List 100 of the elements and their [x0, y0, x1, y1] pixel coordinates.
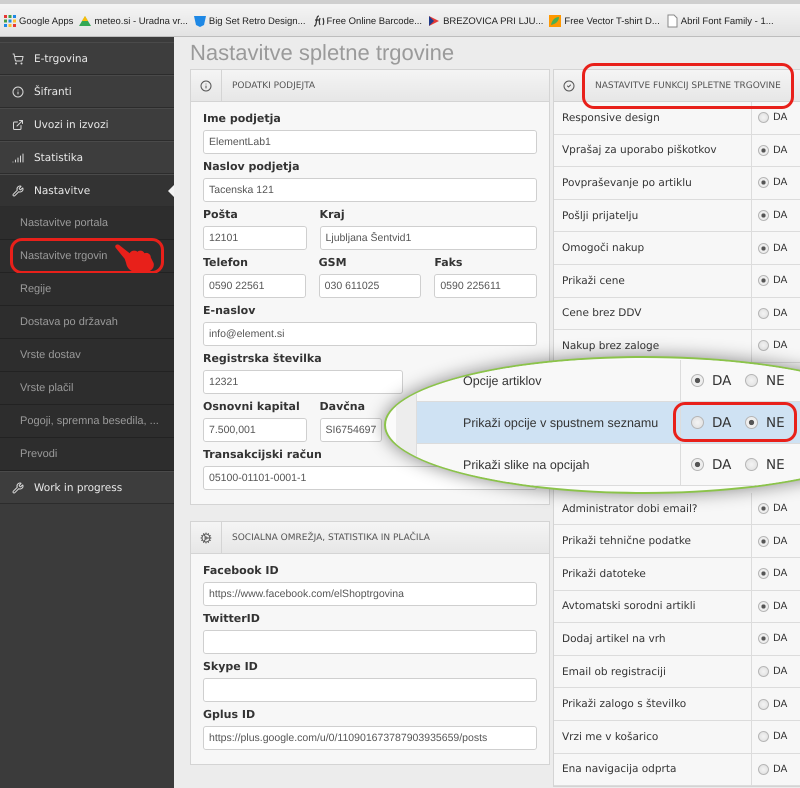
radio-option[interactable]: DA: [752, 764, 788, 775]
sidebar-item[interactable]: Uvozi in izvozi: [0, 108, 174, 141]
radio-button[interactable]: [745, 458, 758, 471]
radio-option[interactable]: DA: [752, 177, 788, 188]
radio-option[interactable]: DA: [691, 444, 735, 485]
radio-option[interactable]: DA: [752, 242, 788, 254]
sidebar-subitem[interactable]: Vrste plačil: [0, 372, 174, 405]
info-icon: [12, 86, 24, 98]
input-field[interactable]: Tacenska 121: [203, 178, 537, 202]
input-field[interactable]: https://plus.google.com/u/0/110901673787903935659/posts: [203, 726, 537, 750]
bookmark-link[interactable]: BREZOVICA PRI LJU...: [427, 14, 544, 28]
bookmark-link[interactable]: Google Apps: [3, 14, 74, 28]
setting-row[interactable]: Prikaži opcije v spustnem seznamu DA NE: [417, 402, 800, 444]
info-icon: [200, 80, 212, 92]
sidebar-subitem[interactable]: Nastavitve portala: [0, 207, 174, 240]
radio-button[interactable]: [758, 503, 769, 514]
input-field[interactable]: 12101: [203, 226, 307, 250]
input-field[interactable]: [203, 630, 537, 654]
radio-button[interactable]: [758, 633, 769, 644]
radio-option[interactable]: DA: [752, 275, 788, 286]
sidebar-item[interactable]: E-trgovina: [0, 42, 174, 75]
radio-button[interactable]: [691, 458, 704, 471]
bookmark-link[interactable]: meteo.si - Uradna vr...: [78, 14, 188, 28]
setting-label: Prikaži datoteke: [554, 558, 752, 590]
panel-title: SOCIALNA OMREŽJA, STATISTIKA IN PLAČILA: [231, 532, 430, 542]
setting-row[interactable]: Prikaži slike na opcijah DA NE: [417, 444, 800, 486]
sidebar-subitem[interactable]: Vrste dostav: [0, 339, 174, 372]
radio-option[interactable]: DA: [752, 308, 788, 319]
radio-option[interactable]: DA: [752, 698, 788, 710]
radio-button[interactable]: [758, 144, 769, 156]
sidebar-subitem[interactable]: Dostava po državah: [0, 306, 174, 339]
radio-button[interactable]: [691, 374, 704, 387]
sidebar-item[interactable]: Work in progress: [0, 471, 174, 504]
setting-label: Prikaži zalogo s številko: [554, 688, 752, 720]
radio-option[interactable]: DA: [752, 600, 788, 612]
sidebar-subitem[interactable]: Regije: [0, 273, 174, 306]
leaf-icon: [548, 14, 562, 28]
setting-label: Email ob registraciji: [554, 656, 752, 688]
radio-button[interactable]: [758, 698, 769, 710]
input-field[interactable]: 7.500,001: [203, 418, 307, 442]
bookmark-link[interactable]: Abril Font Family - 1...: [664, 14, 774, 28]
radio-option[interactable]: DA: [752, 144, 788, 156]
check-circle-icon: [563, 80, 575, 92]
radio-button[interactable]: [758, 731, 769, 742]
sidebar-subitem[interactable]: Pogoji, spremna besedila, ...: [0, 405, 174, 438]
radio-button[interactable]: [758, 177, 769, 188]
radio-option[interactable]: DA: [752, 112, 788, 124]
radio-option[interactable]: NE: [745, 360, 789, 401]
radio-button[interactable]: [758, 666, 769, 678]
field-label: Registrska številka: [203, 352, 322, 365]
radio-button[interactable]: [758, 275, 769, 286]
radio-button[interactable]: [758, 568, 769, 580]
bookmark-link[interactable]: Big Set Retro Design...: [192, 14, 306, 28]
radio-option[interactable]: DA: [752, 633, 788, 644]
input-field[interactable]: 0590 225611: [434, 274, 537, 298]
sidebar-subitem[interactable]: Nastavitve trgovin: [0, 240, 174, 273]
input-field[interactable]: ElementLab1: [203, 130, 537, 154]
radio-button[interactable]: [758, 210, 769, 222]
setting-label: Omogoči nakup: [554, 232, 752, 264]
field-label: Telefon: [203, 256, 248, 269]
panel-title: NASTAVITVE FUNKCIJ SPLETNE TRGOVINE: [594, 80, 781, 90]
input-field[interactable]: Ljubljana Šentvid1: [320, 226, 537, 250]
input-field[interactable]: https://www.facebook.com/elShoptrgovina: [203, 582, 537, 606]
sidebar-item[interactable]: Nastavitve: [0, 174, 174, 207]
sidebar-item[interactable]: Statistika: [0, 141, 174, 174]
input-field[interactable]: 12321: [203, 370, 403, 394]
radio-option[interactable]: DA: [752, 340, 788, 352]
radio-option[interactable]: DA: [752, 210, 788, 222]
bookmark-link[interactable]: Free Vector T-shirt D...: [548, 14, 660, 28]
radio-option[interactable]: NE: [745, 402, 789, 443]
sidebar-subitem[interactable]: Prevodi: [0, 438, 174, 471]
input-field[interactable]: 030 611025: [318, 274, 422, 298]
radio-button[interactable]: [758, 340, 769, 352]
input-field[interactable]: 0590 22561: [203, 274, 306, 298]
radio-button[interactable]: [758, 536, 769, 547]
radio-option[interactable]: DA: [691, 402, 735, 443]
radio-option[interactable]: DA: [691, 360, 735, 401]
radio-option[interactable]: DA: [752, 536, 788, 547]
bookmark-link[interactable]: Free Online Barcode...: [310, 14, 422, 28]
gear-icon: [200, 532, 212, 544]
radio-button[interactable]: [758, 764, 769, 775]
radio-button[interactable]: [758, 308, 769, 319]
sidebar-item[interactable]: Šifranti: [0, 75, 174, 108]
field-label: Kraj: [320, 208, 345, 221]
radio-button[interactable]: [758, 600, 769, 612]
radio-option[interactable]: DA: [752, 503, 788, 514]
radio-option[interactable]: DA: [752, 568, 788, 580]
radio-option[interactable]: NE: [745, 444, 789, 485]
radio-option[interactable]: DA: [752, 731, 788, 742]
radio-button[interactable]: [745, 374, 758, 387]
radio-option[interactable]: DA: [752, 666, 788, 678]
input-field[interactable]: info@element.si: [203, 322, 537, 346]
radio-button[interactable]: [758, 242, 769, 254]
input-field[interactable]: SI6754697: [320, 418, 382, 442]
radio-button[interactable]: [745, 416, 758, 429]
input-field[interactable]: [203, 678, 537, 702]
radio-button[interactable]: [758, 112, 769, 124]
panel-title: PODATKI PODJEJTA: [231, 80, 316, 90]
active-pointer-icon: [168, 185, 174, 197]
radio-button[interactable]: [691, 416, 704, 429]
